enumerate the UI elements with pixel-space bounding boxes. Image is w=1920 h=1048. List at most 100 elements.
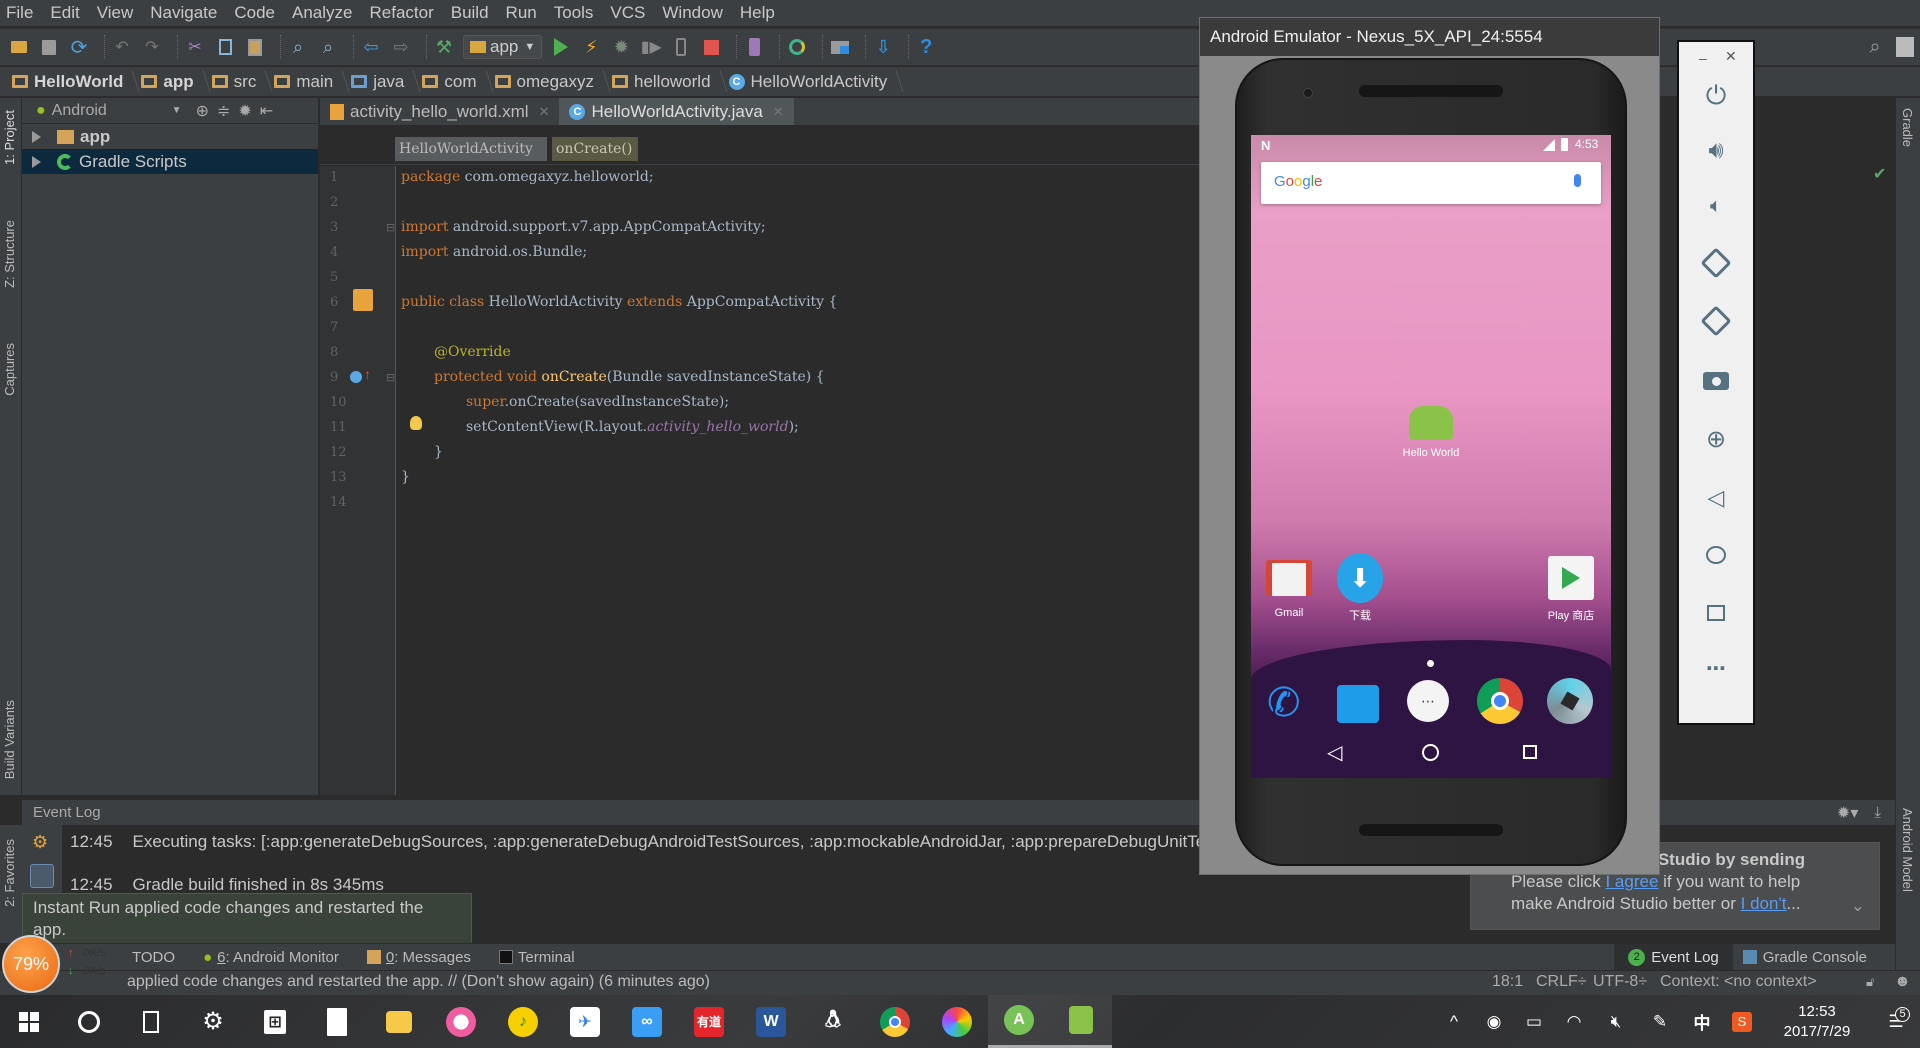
tree-item-app[interactable]: app [22, 124, 318, 149]
expand-chevron-icon[interactable]: ⌄ [1851, 895, 1865, 917]
network-speed-widget[interactable]: 79% ↑ 0K/s ↓ 0K/s [2, 935, 128, 993]
app-gmail[interactable]: Gmail [1254, 555, 1324, 619]
tab-activity-hello-world-xml[interactable]: activity_hello_world.xml ✕ [320, 98, 559, 125]
taskbar-mail-icon[interactable]: ✈ [554, 995, 616, 1048]
rotate-left-icon[interactable] [1679, 247, 1753, 279]
taskbar-clock[interactable]: 12:53 2017/7/29 [1762, 1002, 1872, 1042]
copy-icon[interactable] [214, 36, 236, 58]
context-select[interactable]: Context: <no context> [1660, 973, 1817, 991]
dock-chrome-icon[interactable] [1477, 678, 1523, 724]
taskbar-file-explorer-icon[interactable] [368, 995, 430, 1048]
event-log-tool-button[interactable]: 2 Event Log [1614, 944, 1733, 970]
intention-bulb-icon[interactable] [410, 416, 422, 430]
debug-icon[interactable]: ✹ [610, 36, 632, 58]
search-everywhere-icon[interactable]: ⌕ [1864, 36, 1886, 58]
breadcrumb-app[interactable]: app [141, 72, 194, 92]
power-icon[interactable]: ⏻ [1679, 80, 1753, 112]
gradle-console-tool-button[interactable]: Gradle Console [1742, 949, 1867, 966]
expand-arrow-icon[interactable] [32, 155, 41, 168]
collapse-all-icon[interactable]: ≑ [217, 101, 230, 121]
breadcrumb-java[interactable]: java [351, 72, 404, 92]
back-icon[interactable]: ⇦ [360, 36, 382, 58]
scroll-from-source-icon[interactable]: ⊕ [196, 101, 209, 121]
structure-tool-button[interactable]: Z: Structure [2, 220, 17, 288]
editor-breadcrumb-method[interactable]: onCreate() [552, 137, 638, 161]
show-balloons-icon[interactable] [30, 864, 54, 888]
taskbar-settings-icon[interactable]: ⚙ [182, 995, 244, 1048]
overview-icon[interactable] [1679, 605, 1753, 621]
app-downloads[interactable]: ⬇ 下载 [1325, 553, 1395, 623]
replace-icon[interactable]: ⌕ [317, 36, 339, 58]
sync-icon[interactable]: ⟳ [68, 36, 90, 59]
undo-icon[interactable]: ↶ [111, 36, 133, 58]
gradle-sync-icon[interactable] [786, 36, 808, 58]
apply-changes-icon[interactable]: ⚡ [580, 36, 602, 58]
project-view-select[interactable]: Android [52, 102, 172, 120]
breadcrumb-helloworld[interactable]: HelloWorld [12, 72, 123, 92]
readonly-lock-icon[interactable]: 🔓︎ [1866, 974, 1874, 990]
tab-helloworldactivity-java[interactable]: C HelloWorldActivity.java ✕ [559, 98, 794, 125]
input-method-indicator[interactable]: 中 [1682, 1009, 1722, 1034]
project-tool-button[interactable]: 1: Project [2, 110, 17, 165]
open-icon[interactable] [8, 36, 30, 58]
taskbar-photos-icon[interactable] [926, 995, 988, 1048]
taskbar-word-icon[interactable]: W [740, 995, 802, 1048]
hide-panel-icon[interactable]: ⇤ [260, 101, 273, 121]
editor-breadcrumb-class[interactable]: HelloWorldActivity [395, 137, 547, 161]
google-search-bar[interactable]: Google [1261, 162, 1601, 204]
emulator-title-bar[interactable]: Android Emulator - Nexus_5X_API_24:5554 [1200, 18, 1659, 56]
breadcrumb-src[interactable]: src [211, 72, 256, 92]
tray-battery-icon[interactable]: ▭ [1514, 1012, 1554, 1032]
taskbar-baidu-cloud-icon[interactable]: ∞ [616, 995, 678, 1048]
breadcrumb-helloworld-package[interactable]: helloworld [611, 72, 711, 92]
favorites-tool-button[interactable]: 2: Favorites [2, 839, 17, 907]
screenshot-icon[interactable] [1679, 372, 1753, 390]
menu-view[interactable]: View [97, 3, 134, 23]
android-model-tool-button[interactable]: Android Model [1900, 808, 1915, 892]
menu-file[interactable]: File [6, 3, 33, 23]
stop-icon[interactable] [700, 36, 722, 58]
fold-marker-icon[interactable]: ⊟ [386, 371, 395, 384]
menu-window[interactable]: Window [662, 3, 722, 23]
user-avatar-icon[interactable] [1894, 36, 1916, 58]
hector-inspector-icon[interactable]: ☻ [1894, 973, 1911, 991]
gradle-tool-button[interactable]: Gradle [1900, 108, 1915, 147]
back-icon[interactable]: ◁ [1679, 485, 1753, 511]
taskbar-qqmusic-icon[interactable]: ♪ [492, 995, 554, 1048]
avd-manager-icon[interactable] [743, 36, 765, 58]
i-dont-link[interactable]: I don't [1741, 894, 1787, 913]
volume-down-icon[interactable]: 🔈︎ [1679, 195, 1753, 218]
microphone-icon[interactable] [1574, 174, 1581, 187]
code-editor[interactable]: package com.omegaxyz.helloworld; import … [397, 166, 1200, 795]
build-tools-icon[interactable]: ⚙ [32, 832, 48, 853]
menu-code[interactable]: Code [234, 3, 275, 23]
line-separator-select[interactable]: CRLF÷ [1536, 973, 1587, 991]
phone-screen[interactable]: N 4:53 Google Hello World Gmail ⬇ 下载 Pla… [1251, 135, 1611, 778]
breadcrumb-main[interactable]: main [274, 72, 333, 92]
menu-vcs[interactable]: VCS [610, 3, 645, 23]
tray-pen-icon[interactable]: ✎ [1638, 1012, 1682, 1032]
home-icon[interactable] [1679, 546, 1753, 564]
run-configuration-select[interactable]: app ▼ [463, 35, 543, 59]
minimize-icon[interactable]: – [1699, 50, 1707, 66]
volume-up-icon[interactable]: 🔊︎ [1679, 137, 1753, 165]
settings-gear-icon[interactable]: ✹▾ [1837, 803, 1858, 823]
android-device-monitor-icon[interactable] [670, 36, 692, 58]
menu-edit[interactable]: Edit [50, 3, 79, 23]
close-tab-icon[interactable]: ✕ [773, 104, 784, 120]
breadcrumb-com[interactable]: com [422, 72, 477, 92]
sdk-manager-icon[interactable]: ⇩ [872, 36, 894, 58]
more-icon[interactable]: ⋯ [1679, 656, 1753, 681]
nav-overview-icon[interactable] [1523, 745, 1537, 759]
breadcrumb-class[interactable]: C HelloWorldActivity [728, 72, 887, 92]
taskbar-emulator-icon[interactable] [1050, 995, 1112, 1048]
menu-build[interactable]: Build [451, 3, 489, 23]
taskbar-itunes-icon[interactable]: ♪ [430, 995, 492, 1048]
menu-tools[interactable]: Tools [554, 3, 594, 23]
todo-tool-button[interactable]: TODO [132, 949, 175, 966]
captures-tool-button[interactable]: Captures [2, 343, 17, 396]
taskbar-chrome-icon[interactable] [864, 995, 926, 1048]
rotate-right-icon[interactable] [1679, 305, 1753, 337]
dock-phone-icon[interactable]: ✆ [1267, 680, 1313, 726]
taskbar-qq-icon[interactable]: 🐧︎ [802, 995, 864, 1048]
